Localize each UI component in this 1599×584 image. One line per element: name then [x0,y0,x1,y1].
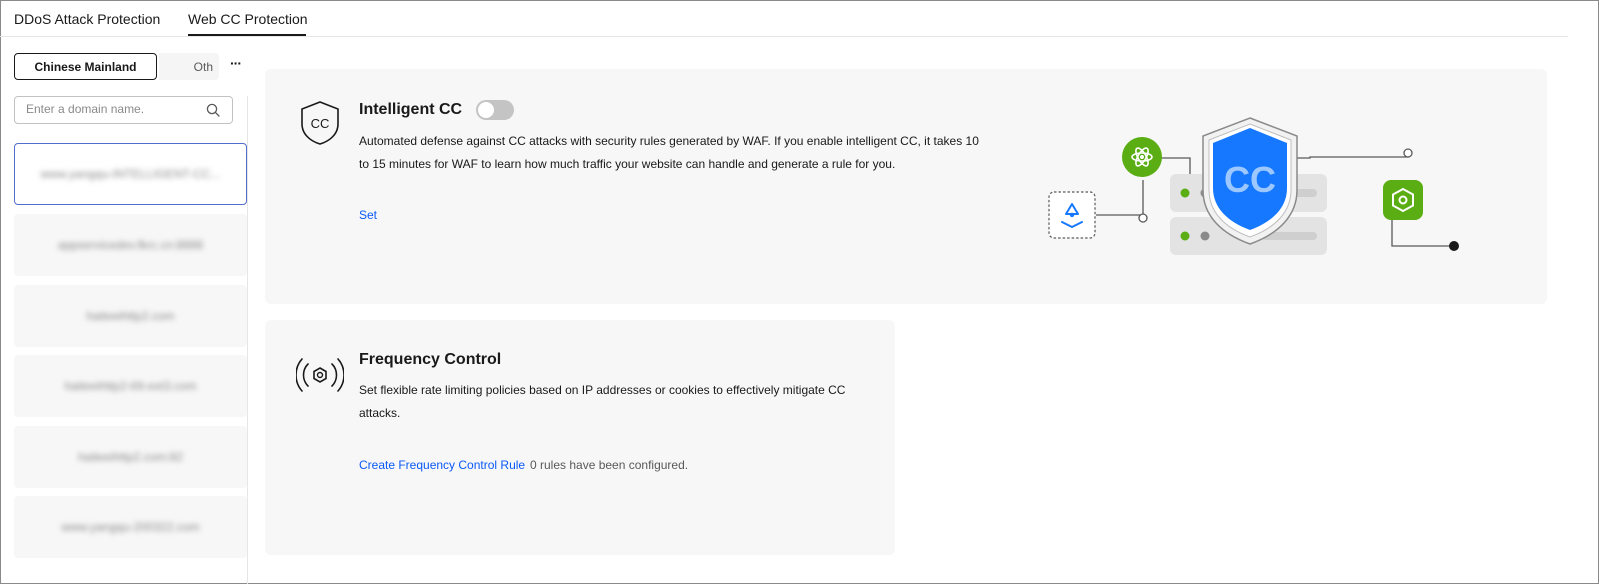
domain-search-input[interactable] [26,102,206,116]
domain-list-item[interactable]: haiteeihttp2-t0t-ext3.com [14,355,247,417]
domain-search-box [14,96,233,124]
region-other-button[interactable]: Oth [159,53,219,80]
create-frequency-control-rule-link[interactable]: Create Frequency Control Rule [359,458,525,472]
frequency-signal-icon [296,358,344,392]
domain-list-item[interactable]: haiteeihttp2.com:82 [14,426,247,488]
intelligent-cc-description-line1: Automated defense against CC attacks wit… [359,134,979,148]
domain-name: appservicedev.fkrc.cn:8888 [57,238,204,252]
region-switch: Chinese Mainland Oth ··· [14,53,244,80]
intelligent-cc-toggle[interactable] [476,100,514,120]
domain-list-item[interactable]: appservicedev.fkrc.cn:8888 [14,214,247,276]
domain-list-item-selected[interactable]: www.yangqu-INTELLIGENT-CC... [14,143,247,205]
svg-text:CC: CC [311,116,330,131]
more-icon[interactable]: ··· [230,55,242,71]
intelligent-cc-description-line2: to 15 minutes for WAF to learn how much … [359,157,896,171]
frequency-control-description-line1: Set flexible rate limiting policies base… [359,383,846,397]
tab-bar: DDoS Attack Protection Web CC Protection [0,0,1568,37]
domain-name: haiteeihttp2.com:82 [78,450,183,464]
rules-configured-status: 0 rules have been configured. [530,458,689,472]
frequency-control-description-line2: attacks. [359,406,401,420]
frequency-control-title: Frequency Control [359,351,502,368]
cc-protection-illustration: CC [1048,117,1459,255]
tab-web-cc-protection[interactable]: Web CC Protection [188,11,308,27]
svg-text:CC: CC [1224,159,1276,200]
intelligent-cc-set-link[interactable]: Set [359,208,377,222]
domain-name: haiteeihttp2.com [86,309,175,323]
cc-shield-icon: CC [301,101,339,145]
search-icon[interactable] [206,103,220,117]
intelligent-cc-title: Intelligent CC [359,101,463,118]
domain-name: www.yangqu-INTELLIGENT-CC... [40,167,221,181]
domain-name: www.yangqu-200322.com [61,520,200,534]
sidebar-divider [247,96,248,584]
domain-list-item[interactable]: haiteeihttp2.com [14,285,247,347]
active-tab-indicator [188,34,306,36]
domain-list-item[interactable]: www.yangqu-200322.com [14,496,247,558]
domain-name: haiteeihttp2-t0t-ext3.com [64,379,197,393]
tab-ddos-attack-protection[interactable]: DDoS Attack Protection [14,11,160,27]
region-chinese-mainland-button[interactable]: Chinese Mainland [14,53,157,80]
